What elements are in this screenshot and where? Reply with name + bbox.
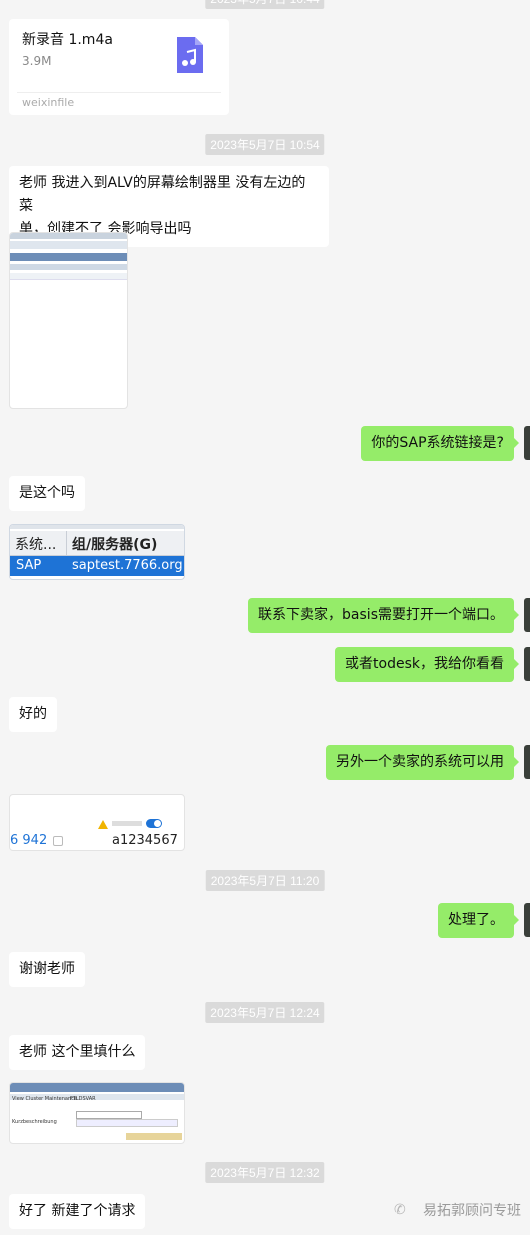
device-code: 6 942 bbox=[10, 833, 48, 848]
file-source: weixinfile bbox=[22, 96, 75, 109]
message-bubble[interactable]: 好的 bbox=[9, 697, 57, 732]
column-header: 组/服务器(G) bbox=[72, 537, 158, 553]
message-text: 好了 新建了个请求 bbox=[19, 1203, 136, 1219]
image-thumbnail[interactable]: 6 942 a1234567 bbox=[9, 794, 185, 851]
toggle-icon bbox=[146, 819, 162, 828]
timestamp: 2023年5月7日 11:20 bbox=[205, 870, 325, 891]
timestamp: 2023年5月7日 12:32 bbox=[205, 1162, 325, 1183]
message-text: 联系下卖家，basis需要打开一个端口。 bbox=[258, 607, 504, 623]
music-file-icon bbox=[175, 35, 205, 75]
message-bubble[interactable]: 老师 这个里填什么 bbox=[9, 1035, 146, 1070]
wechat-logo-icon: ✆ bbox=[394, 1202, 406, 1218]
copy-icon bbox=[53, 836, 63, 846]
column-header: 系统... bbox=[15, 537, 57, 553]
message-text: 你的SAP系统链接是? bbox=[371, 435, 504, 451]
message-text: 好的 bbox=[19, 706, 47, 722]
file-message[interactable]: 新录音 1.m4a 3.9M weixinfile bbox=[9, 19, 229, 115]
file-name: 新录音 1.m4a bbox=[22, 32, 113, 48]
file-size: 3.9M bbox=[22, 54, 52, 68]
avatar[interactable] bbox=[524, 903, 530, 937]
message-bubble[interactable]: 联系下卖家，basis需要打开一个端口。 bbox=[248, 598, 519, 633]
message-bubble[interactable]: 谢谢老师 bbox=[9, 952, 85, 987]
message-bubble[interactable]: 好了 新建了个请求 bbox=[9, 1194, 146, 1229]
timestamp: 2023年5月7日 10:54 bbox=[205, 134, 325, 155]
field-value: FTLDSVAR bbox=[70, 1096, 96, 1102]
message-text: 老师 我进入到ALV的屏幕绘制器里 没有左边的菜 bbox=[19, 175, 306, 214]
timestamp-top: 2023年5月7日 10:44 bbox=[205, 0, 325, 9]
message-text: 谢谢老师 bbox=[19, 961, 75, 977]
message-bubble[interactable]: 另外一个卖家的系统可以用 bbox=[326, 745, 519, 780]
warning-icon bbox=[98, 820, 108, 829]
image-thumbnail[interactable] bbox=[9, 232, 128, 409]
timestamp: 2023年5月7日 12:24 bbox=[205, 1002, 325, 1023]
field-label: Kurzbeschreibung bbox=[12, 1119, 57, 1125]
image-thumbnail[interactable]: View Cluster Maintenance FTLDSVAR Kurzbe… bbox=[9, 1082, 185, 1144]
table-cell: saptest.7766.org bbox=[72, 558, 183, 573]
avatar[interactable] bbox=[524, 745, 530, 779]
message-bubble[interactable]: 或者todesk，我给你看看 bbox=[335, 647, 519, 682]
message-bubble[interactable]: 你的SAP系统链接是? bbox=[361, 426, 519, 461]
message-bubble[interactable]: 处理了。 bbox=[438, 903, 519, 938]
image-thumbnail[interactable]: 系统... 组/服务器(G) SAP saptest.7766.org bbox=[9, 524, 185, 580]
avatar[interactable] bbox=[524, 647, 530, 681]
avatar[interactable] bbox=[524, 426, 530, 460]
message-bubble[interactable]: 是这个吗 bbox=[9, 476, 85, 511]
field-label: View Cluster Maintenance bbox=[12, 1096, 77, 1102]
message-text: 老师 这个里填什么 bbox=[19, 1044, 136, 1060]
table-cell: SAP bbox=[16, 558, 42, 573]
watermark: 易拓郭顾问专班 bbox=[423, 1203, 521, 1219]
message-text: 另外一个卖家的系统可以用 bbox=[336, 754, 504, 770]
message-text: 是这个吗 bbox=[19, 485, 75, 501]
avatar[interactable] bbox=[524, 598, 530, 632]
message-text: 或者todesk，我给你看看 bbox=[345, 656, 504, 672]
message-text: 处理了。 bbox=[448, 912, 504, 928]
password-value: a1234567 bbox=[112, 833, 178, 848]
